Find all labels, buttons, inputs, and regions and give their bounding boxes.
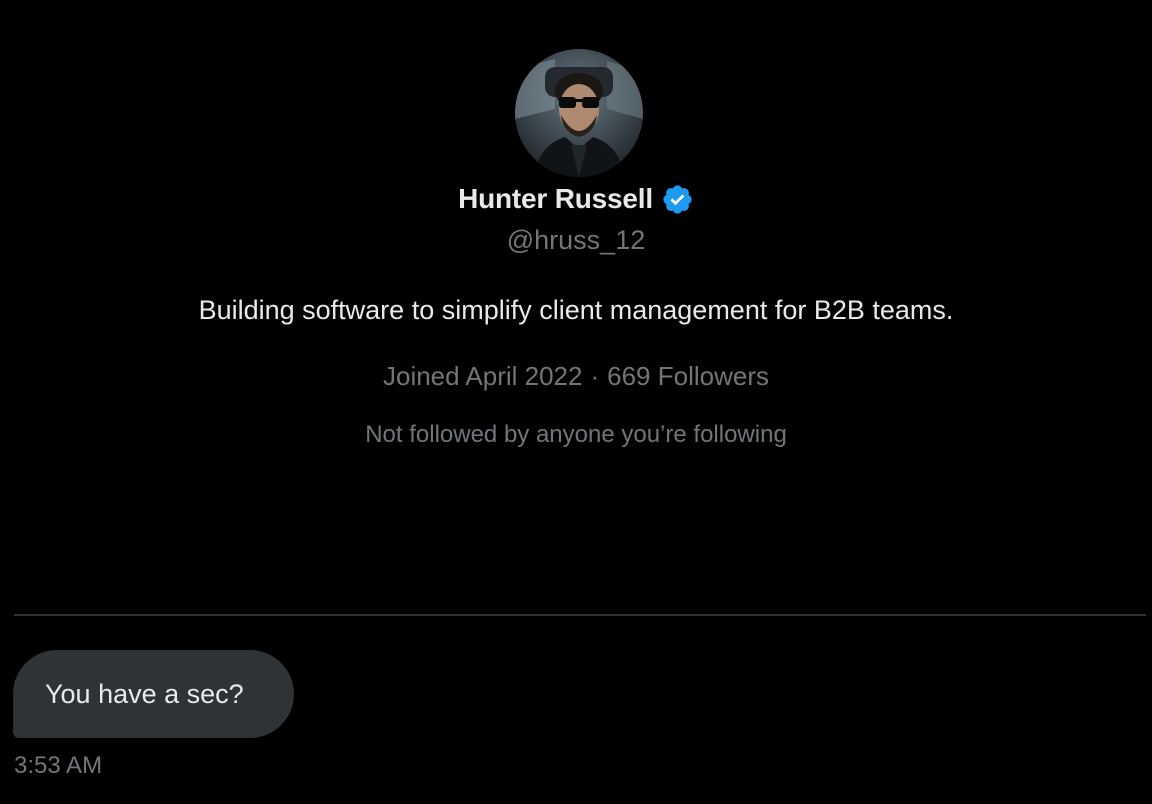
- mutual-followers-text: Not followed by anyone you’re following: [365, 421, 787, 448]
- joined-date: Joined April 2022: [382, 361, 583, 391]
- profile-bio: Building software to simplify client man…: [198, 295, 954, 325]
- display-name[interactable]: Hunter Russell: [458, 183, 653, 215]
- profile-meta: Joined April 2022 · 669 Followers: [0, 361, 1152, 392]
- message-bubble[interactable]: You have a sec?: [13, 650, 294, 738]
- divider: [14, 614, 1146, 616]
- message-timestamp: 3:53 AM: [14, 752, 103, 779]
- avatar[interactable]: [515, 49, 643, 177]
- meta-separator: ·: [590, 361, 600, 391]
- username-handle[interactable]: @hruss_12: [0, 225, 1152, 256]
- verified-badge-icon: [661, 183, 694, 216]
- message-text: You have a sec?: [45, 678, 244, 709]
- followers-link[interactable]: 669 Followers: [607, 361, 769, 391]
- name-row: Hunter Russell: [0, 180, 1152, 218]
- avatar-image: [515, 49, 643, 177]
